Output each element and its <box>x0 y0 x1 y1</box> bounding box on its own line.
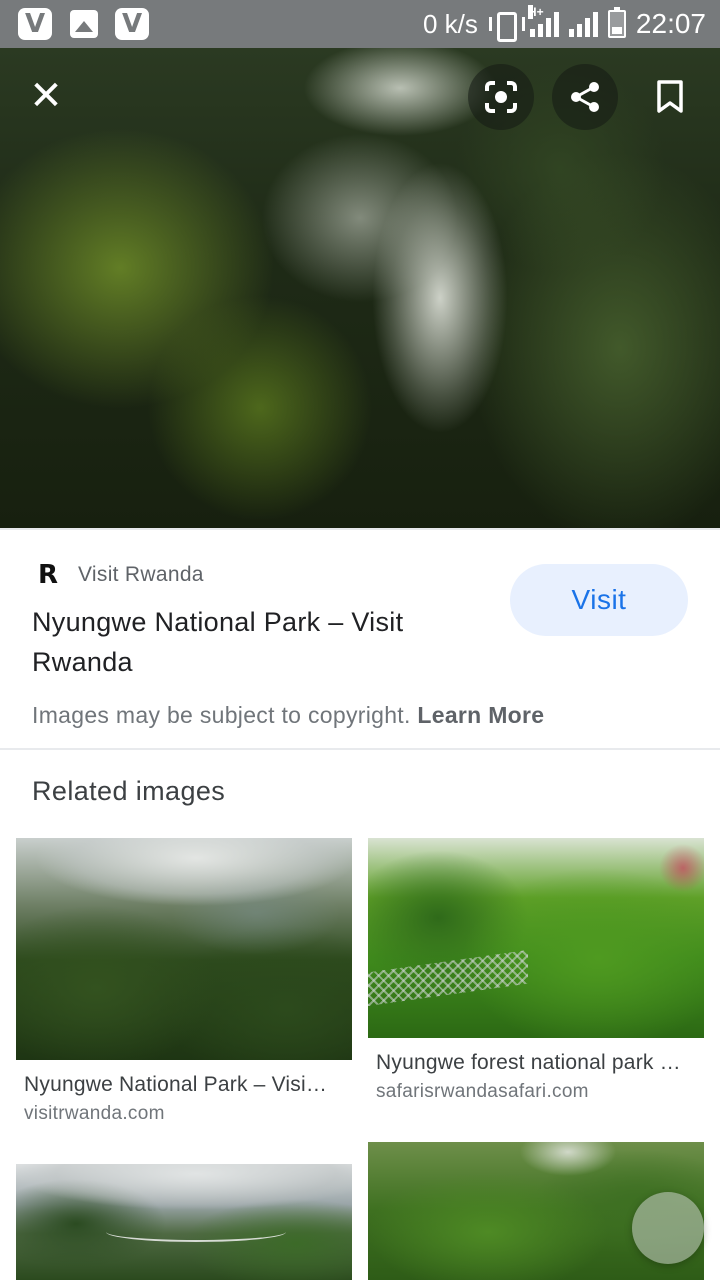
related-image-thumbnail[interactable] <box>16 838 352 1060</box>
status-indicators: 0 k/s H+ 22:07 <box>423 0 706 48</box>
related-image-site: visitrwanda.com <box>24 1103 165 1124</box>
related-image-thumbnail[interactable] <box>16 1164 352 1280</box>
clock: 22:07 <box>635 8 706 39</box>
related-image-title[interactable]: Nyungwe forest national park … <box>376 1051 698 1075</box>
bookmark-icon <box>657 80 683 113</box>
gallery-notification-icon <box>70 10 98 38</box>
status-bar: V V 0 k/s H+ 22:07 <box>0 0 720 48</box>
main-image[interactable]: ✕ <box>0 48 720 528</box>
related-image-thumbnail[interactable] <box>368 838 704 1038</box>
copyright-text: Images may be subject to copyright. <box>32 702 411 728</box>
suspension-bridge-graphic <box>106 1222 286 1242</box>
share-button[interactable] <box>552 64 618 130</box>
learn-more-link[interactable]: Learn More <box>417 702 544 728</box>
bookmark-button[interactable] <box>637 64 703 130</box>
source-row[interactable]: R Visit Rwanda <box>38 560 204 590</box>
source-logo: R <box>38 560 59 590</box>
network-type: H+ <box>527 5 544 19</box>
divider <box>0 748 720 750</box>
signal-icon-2 <box>568 11 598 37</box>
source-name: Visit Rwanda <box>78 563 204 586</box>
image-info-panel: R Visit Rwanda Nyungwe National Park – V… <box>0 528 720 748</box>
visit-button[interactable]: Visit <box>510 564 688 636</box>
close-icon[interactable]: ✕ <box>22 72 70 120</box>
signal-icon: H+ <box>527 5 559 37</box>
related-image-title[interactable]: Nyungwe National Park – Visi… <box>24 1073 346 1097</box>
share-icon <box>571 82 599 112</box>
related-image-site: safarisrwandasafari.com <box>376 1081 589 1102</box>
result-title[interactable]: Nyungwe National Park – Visit Rwanda <box>32 602 472 682</box>
floating-assistant-button[interactable] <box>632 1192 704 1264</box>
app-notification-icon: V <box>18 8 52 40</box>
network-speed: 0 k/s <box>423 8 478 39</box>
app-notification-icon: V <box>115 8 149 40</box>
related-images-heading: Related images <box>32 776 226 806</box>
copyright-notice: Images may be subject to copyright. Lear… <box>32 702 544 729</box>
canopy-bridge-graphic <box>368 950 528 1006</box>
battery-icon <box>607 7 626 38</box>
lens-button[interactable] <box>468 64 534 130</box>
lens-icon <box>485 81 517 113</box>
vibrate-icon <box>488 11 525 42</box>
